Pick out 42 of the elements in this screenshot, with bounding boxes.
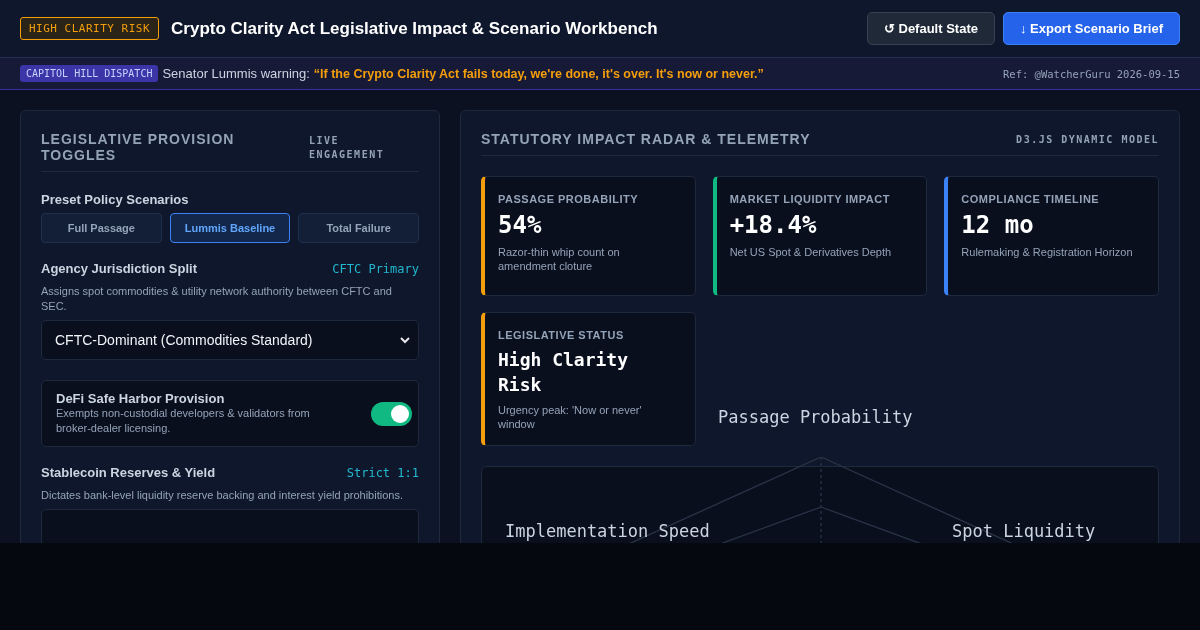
panel-tag: LIVE ENGAGEMENT — [309, 134, 419, 162]
toggle-description: Exempts non-custodial developers & validators from broker-dealer licensing. — [56, 406, 311, 436]
axis-label: Implementation Speed — [505, 521, 710, 541]
export-button[interactable]: ↓ Export Scenario Brief — [1002, 12, 1180, 45]
metric-value: +18.4% — [729, 211, 818, 239]
panel-title: STATUTORY IMPACT RADAR & TELEMETRY — [481, 131, 811, 147]
metric-value: High Clarity Risk — [498, 348, 630, 397]
section-description: Assigns spot commodities & utility network authority between CFTC and SEC. — [41, 284, 393, 314]
panel-title: LEGISLATIVE PROVISION TOGGLES — [41, 131, 236, 163]
metric-note: Razor-thin whip count on amendment cloture — [498, 245, 621, 273]
dispatch-tag: CAPITOL HILL DISPATCH — [20, 65, 159, 82]
preset-button[interactable]: Total Failure — [298, 213, 419, 243]
reset-button[interactable]: ↺ Default State — [866, 12, 995, 45]
metric-value: 54% — [498, 211, 543, 239]
section-label: Stablecoin Reserves & Yield — [41, 465, 216, 480]
metric-label: COMPLIANCE TIMELINE — [961, 193, 1101, 205]
dispatch-reference: Ref: @WatcherGuru 2026-09-15 — [1003, 67, 1180, 80]
preset-button[interactable]: Full Passage — [41, 213, 162, 243]
toggle-label: DeFi Safe Harbor Provision — [56, 391, 226, 406]
metric-value: 12 mo — [961, 211, 1035, 239]
axis-label: Passage Probability — [718, 407, 913, 427]
dispatch-quote: “If the Crypto Clarity Act fails today, we're done, it's over. It's now or never.” — [313, 66, 764, 81]
risk-badge: HIGH CLARITY RISK — [20, 17, 160, 40]
section-value: CFTC Primary — [332, 261, 419, 276]
metric-label: PASSAGE PROBABILITY — [498, 193, 640, 205]
page-title: Crypto Clarity Act Legislative Impact & Scenario Workbench — [171, 18, 658, 39]
dispatch-lead: Senator Lummis warning: — [162, 66, 310, 81]
metric-label: MARKET LIQUIDITY IMPACT — [729, 193, 891, 205]
metric-label: LEGISLATIVE STATUS — [498, 329, 625, 341]
panel-tag: D3.JS DYNAMIC MODEL — [1016, 133, 1159, 145]
preset-button[interactable]: Lummis Baseline — [169, 213, 291, 243]
chevron-icon — [400, 336, 410, 344]
metric-note: Net US Spot & Derivatives Depth — [729, 245, 893, 259]
metric-note: Rulemaking & Registration Horizon — [961, 245, 1134, 259]
jurisdiction-select[interactable]: CFTC-Dominant (Commodities Standard) — [41, 320, 419, 360]
toggle-switch[interactable] — [371, 401, 412, 426]
section-value: Strict 1:1 — [346, 465, 419, 480]
section-label: Agency Jurisdiction Split — [41, 261, 198, 276]
section-label: Preset Policy Scenarios — [41, 192, 190, 207]
metric-note: Urgency peak: 'Now or never' window — [498, 403, 643, 431]
axis-label: Spot Liquidity — [952, 521, 1096, 541]
section-description: Dictates bank-level liquidity reserve backing and interest yield prohibitions. — [41, 488, 404, 503]
